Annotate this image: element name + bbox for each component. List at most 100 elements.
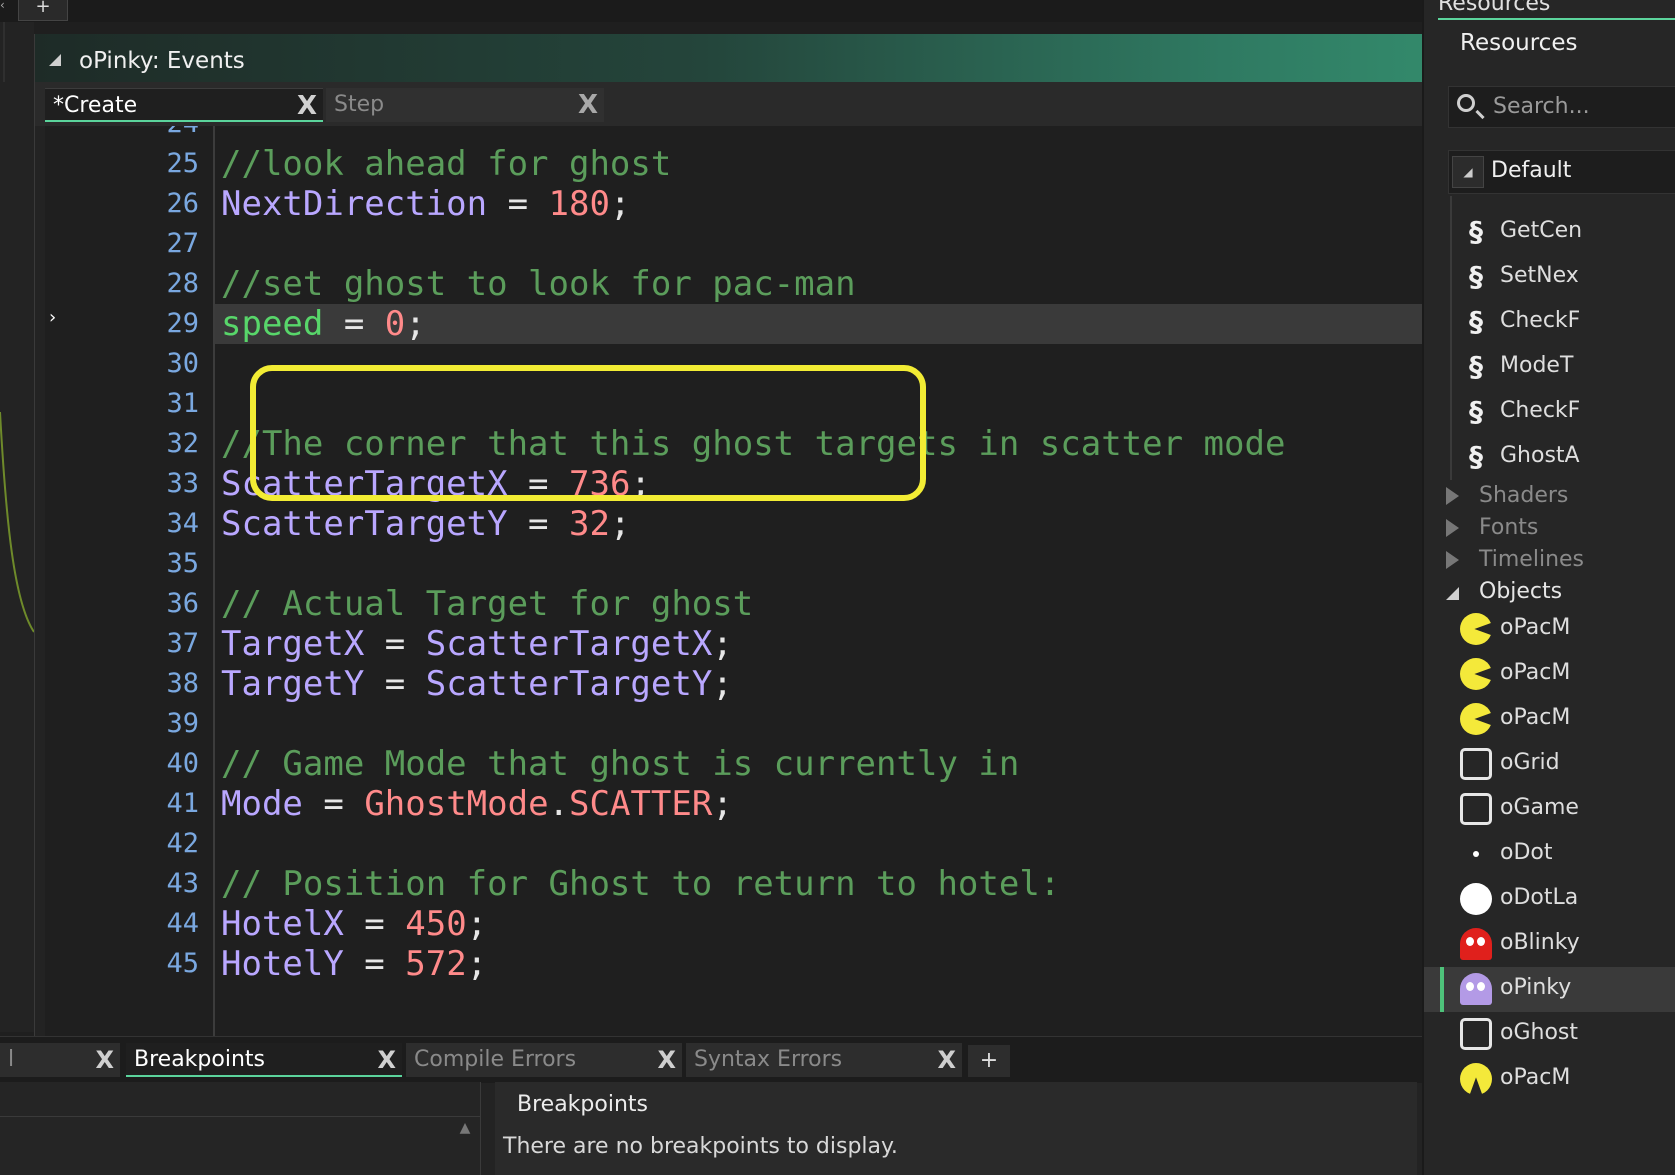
code-comment: // Actual Target for ghost <box>221 584 754 624</box>
expand-arrow-icon[interactable] <box>1446 519 1459 537</box>
strip-scroll-icon[interactable]: ‹ <box>0 0 8 14</box>
code-line: 38 TargetY = ScatterTargetY; <box>45 664 1521 704</box>
tab-breakpoints[interactable]: Breakpoints X <box>126 1043 402 1077</box>
expand-arrow-icon[interactable] <box>1446 551 1459 569</box>
line-number: 31 <box>166 388 199 419</box>
dot-icon <box>1460 838 1492 870</box>
object-item[interactable]: oPacM <box>1424 652 1675 697</box>
breakpoints-header: Breakpoints <box>517 1092 648 1117</box>
object-item[interactable]: oGame <box>1424 787 1675 832</box>
code-line: 40 // Game Mode that ghost is currently … <box>45 744 1521 784</box>
line-number: 28 <box>166 268 199 299</box>
script-item[interactable]: § SetNex <box>1424 255 1675 300</box>
workspace-curve <box>0 22 35 633</box>
top-tab-strip: ‹ + <box>0 0 1520 22</box>
tab-step-event[interactable]: Step X <box>326 88 604 122</box>
tab-output[interactable]: l X <box>0 1043 120 1077</box>
pacman-icon <box>1460 1063 1492 1095</box>
object-item[interactable]: oPacM <box>1424 697 1675 742</box>
close-icon[interactable]: X <box>377 1043 396 1077</box>
output-tab-bar: l X Breakpoints X Compile Errors X Synta… <box>0 1036 1430 1083</box>
script-item[interactable]: § CheckF <box>1424 300 1675 345</box>
script-item[interactable]: § GhostA <box>1424 435 1675 480</box>
object-item[interactable]: oBlinky <box>1424 922 1675 967</box>
script-item[interactable]: § CheckF <box>1424 390 1675 435</box>
object-item[interactable]: oGrid <box>1424 742 1675 787</box>
folder-fonts[interactable]: Fonts <box>1424 512 1675 544</box>
group-label: Default <box>1491 158 1572 183</box>
code-line-current: 29 speed = 0; <box>45 304 1521 344</box>
folder-timelines[interactable]: Timelines <box>1424 544 1675 576</box>
resources-panel: Resources Resources Search... ◢ Default … <box>1422 0 1675 1175</box>
line-number: 35 <box>166 548 199 579</box>
script-item[interactable]: § ModeT <box>1424 345 1675 390</box>
editor-title: oPinky: Events <box>79 48 245 74</box>
script-icon: § <box>1469 440 1483 473</box>
object-icon <box>1460 748 1492 780</box>
code-line: 39 <box>45 704 1521 744</box>
code-line: 25 //look ahead for ghost <box>45 144 1521 184</box>
code-line: 44 HotelX = 450; <box>45 904 1521 944</box>
close-icon[interactable]: X <box>297 89 317 123</box>
search-placeholder: Search... <box>1493 94 1590 119</box>
line-number: 38 <box>166 668 199 699</box>
object-item[interactable]: oPacM <box>1424 607 1675 652</box>
code-statement: NextDirection = 180; <box>221 184 631 224</box>
close-icon[interactable]: X <box>95 1043 114 1077</box>
empty-state-message: There are no breakpoints to display. <box>503 1134 898 1159</box>
red-ghost-icon <box>1460 928 1492 960</box>
collapse-all-icon[interactable]: ◢ <box>1452 156 1484 188</box>
code-comment: // Game Mode that ghost is currently in <box>221 744 1020 784</box>
resource-search-input[interactable]: Search... <box>1448 86 1675 128</box>
output-left-pane: ▲ <box>0 1082 481 1175</box>
add-tab-button[interactable]: + <box>968 1045 1010 1077</box>
folder-objects[interactable]: Objects <box>1424 576 1675 608</box>
divider <box>0 1116 480 1117</box>
tab-label: l <box>8 1047 15 1072</box>
code-statement: speed = 0; <box>221 304 426 344</box>
close-icon[interactable]: X <box>657 1043 676 1077</box>
breakpoints-pane: Breakpoints There are no breakpoints to … <box>495 1082 1417 1175</box>
object-icon <box>1460 1018 1492 1050</box>
event-tab-bar: *Create X Step X <box>35 82 1521 126</box>
group-selector[interactable]: ◢ Default <box>1448 150 1675 194</box>
script-item[interactable]: § GetCen <box>1424 210 1675 255</box>
line-number: 32 <box>166 428 199 459</box>
code-line: 37 TargetX = ScatterTargetX; <box>45 624 1521 664</box>
tab-create-event[interactable]: *Create X <box>45 88 323 122</box>
object-item[interactable]: oDot <box>1424 832 1675 877</box>
editor-titlebar[interactable]: oPinky: Events <box>35 34 1521 82</box>
code-statement: HotelY = 572; <box>221 944 488 984</box>
tab-label: *Create <box>53 93 138 118</box>
large-dot-icon <box>1460 883 1492 915</box>
line-number: 44 <box>166 908 199 939</box>
code-statement: ScatterTargetY = 32; <box>221 504 631 544</box>
code-editor[interactable]: › 24 25 //look ahead for ghost 26 NextDi… <box>45 126 1521 1036</box>
object-item[interactable]: oGhost <box>1424 1012 1675 1057</box>
code-statement: Mode = GhostMode.SCATTER; <box>221 784 733 824</box>
script-icon: § <box>1469 305 1483 338</box>
scroll-up-icon[interactable]: ▲ <box>456 1120 474 1140</box>
code-line: 42 <box>45 824 1521 864</box>
code-statement: HotelX = 450; <box>221 904 488 944</box>
tab-syntax-errors[interactable]: Syntax Errors X <box>686 1043 962 1077</box>
collapse-arrow-icon[interactable] <box>1446 587 1459 600</box>
output-panel: l X Breakpoints X Compile Errors X Synta… <box>0 1036 1430 1175</box>
object-item-selected[interactable]: oPinky <box>1424 967 1675 1012</box>
code-line: 36 // Actual Target for ghost <box>45 584 1521 624</box>
expand-arrow-icon[interactable] <box>1446 487 1459 505</box>
collapse-icon[interactable] <box>49 54 61 66</box>
close-icon[interactable]: X <box>578 88 598 122</box>
line-number: 36 <box>166 588 199 619</box>
code-line: 24 <box>45 126 1521 144</box>
object-item[interactable]: oDotLa <box>1424 877 1675 922</box>
object-item[interactable]: oPacM <box>1424 1057 1675 1102</box>
close-icon[interactable]: X <box>937 1043 956 1077</box>
pacman-icon <box>1460 613 1492 645</box>
new-workspace-tab-button[interactable]: + <box>18 0 68 21</box>
line-number: 40 <box>166 748 199 779</box>
tab-compile-errors[interactable]: Compile Errors X <box>406 1043 682 1077</box>
tab-resources[interactable]: Resources <box>1438 0 1675 20</box>
folder-shaders[interactable]: Shaders <box>1424 480 1675 512</box>
line-number: 24 <box>45 126 199 144</box>
